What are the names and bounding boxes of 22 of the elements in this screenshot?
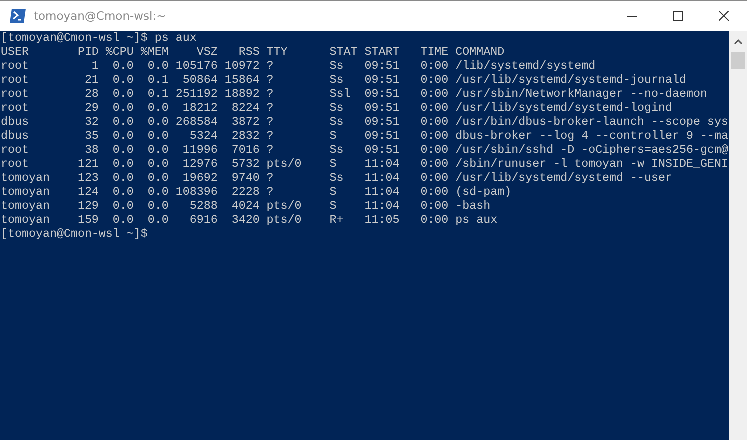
terminal-line: tomoyan 123 0.0 0.0 19692 9740 ? Ss 11:04 0:00 /usr/lib/systemd/systemd --user — [0, 171, 674, 185]
terminal-line: root 121 0.0 0.0 12976 5732 pts/0 S 11:04 0:00 /sbin/runuser -l tomoyan -w INSIDE_GENI — [0, 157, 729, 171]
terminal-line: [tomoyan@Cmon-wsl ~]$ ps aux — [0, 31, 198, 45]
close-icon — [719, 11, 729, 21]
terminal-line: root 28 0.0 0.1 251192 18892 ? Ssl 09:51 0:00 /usr/sbin/NetworkManager --no-daemon — [0, 87, 708, 101]
scrollbar[interactable] — [729, 31, 747, 440]
maximize-icon — [673, 11, 683, 21]
window-title: tomoyan@Cmon-wsl:~ — [34, 9, 166, 23]
terminal-line: USER PID %CPU %MEM VSZ RSS TTY STAT START TIME COMMAND — [0, 45, 506, 59]
terminal-line: [tomoyan@Cmon-wsl ~]$ — [0, 227, 149, 241]
scrollbar-thumb[interactable] — [731, 52, 745, 69]
terminal-line: root 21 0.0 0.1 50864 15864 ? Ss 09:51 0:00 /usr/lib/systemd/systemd-journald — [0, 73, 688, 87]
terminal-icon — [9, 8, 27, 24]
terminal-line: tomoyan 124 0.0 0.0 108396 2228 ? S 11:04 0:00 (sd-pam) — [0, 185, 513, 199]
terminal-line: root 29 0.0 0.0 18212 8224 ? Ss 09:51 0:00 /usr/lib/systemd/systemd-logind — [0, 101, 674, 115]
terminal-line: tomoyan 159 0.0 0.0 6916 3420 pts/0 R+ 11:05 0:00 ps aux — [0, 213, 499, 227]
terminal-line: dbus 32 0.0 0.0 268584 3872 ? Ss 09:51 0:00 /usr/bin/dbus-broker-launch --scope sys — [0, 115, 729, 129]
terminal-line: dbus 35 0.0 0.0 5324 2832 ? S 09:51 0:00 dbus-broker --log 4 --controller 9 --ma — [0, 129, 729, 143]
terminal-line: root 1 0.0 0.0 105176 10972 ? Ss 09:51 0:00 /lib/systemd/systemd — [0, 59, 597, 73]
terminal-line: root 38 0.0 0.0 11996 7016 ? Ss 09:51 0:00 /usr/sbin/sshd -D -oCiphers=aes256-gcm@ — [0, 143, 729, 157]
scroll-up-icon[interactable] — [734, 39, 742, 45]
terminal-line: tomoyan 129 0.0 0.0 5288 4024 pts/0 S 11:04 0:00 -bash — [0, 199, 492, 213]
